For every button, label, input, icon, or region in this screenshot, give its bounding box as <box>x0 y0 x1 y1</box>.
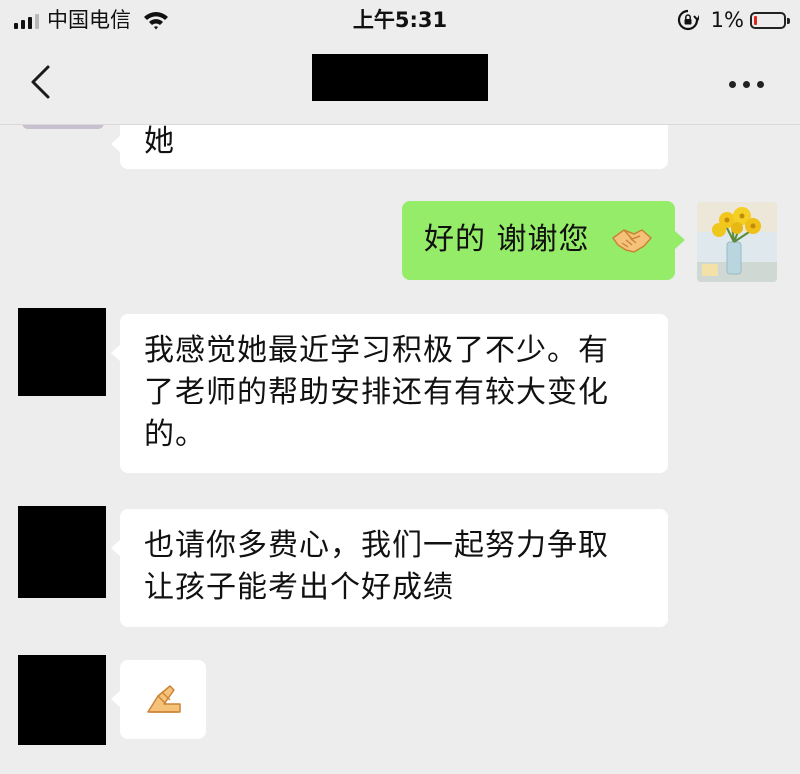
message-text: 她 <box>144 125 175 159</box>
message-bubble-outgoing[interactable]: 好的 谢谢您 <box>402 201 685 280</box>
message-text: 好的 谢谢您 <box>424 222 590 257</box>
chat-header <box>0 40 800 125</box>
avatar[interactable] <box>22 125 104 129</box>
chat-title-redacted <box>312 54 488 101</box>
battery-icon <box>750 11 790 29</box>
message-line: 的。 <box>144 417 206 452</box>
message-bubble[interactable]: 她 <box>111 125 668 169</box>
message-line: 了老师的帮助安排还有有较大变化 <box>144 375 609 410</box>
message-line: 也请你多费心，我们一起努力争取 <box>144 528 609 563</box>
message-bubble[interactable] <box>111 660 206 739</box>
battery-percent: 1% <box>710 8 744 32</box>
handshake-emoji <box>611 229 653 253</box>
more-dots-icon[interactable] <box>720 72 772 96</box>
status-bar: 中国电信 上午5:31 1% <box>0 0 800 40</box>
folded-hands-emoji <box>147 685 181 713</box>
message-line: 让孩子能考出个好成绩 <box>144 570 454 605</box>
message-bubble[interactable]: 我感觉她最近学习积极了不少。有 了老师的帮助安排还有有较大变化 的。 <box>111 314 668 473</box>
message-line: 我感觉她最近学习积极了不少。有 <box>144 333 609 368</box>
chevron-left-icon[interactable] <box>24 62 60 102</box>
message-list[interactable]: 她 好的 谢谢您 我感觉她最近学习积极了不少。有 了老师的帮助安排还有有较大变化… <box>0 125 800 774</box>
avatar-redacted[interactable] <box>18 506 106 598</box>
battery-fill <box>754 15 757 25</box>
orientation-lock-icon <box>677 9 699 31</box>
avatar[interactable] <box>697 202 777 282</box>
avatar-redacted[interactable] <box>18 655 106 745</box>
message-bubble[interactable]: 也请你多费心，我们一起努力争取 让孩子能考出个好成绩 <box>111 509 668 627</box>
status-right: 1% <box>677 7 790 33</box>
avatar-redacted[interactable] <box>18 308 106 396</box>
